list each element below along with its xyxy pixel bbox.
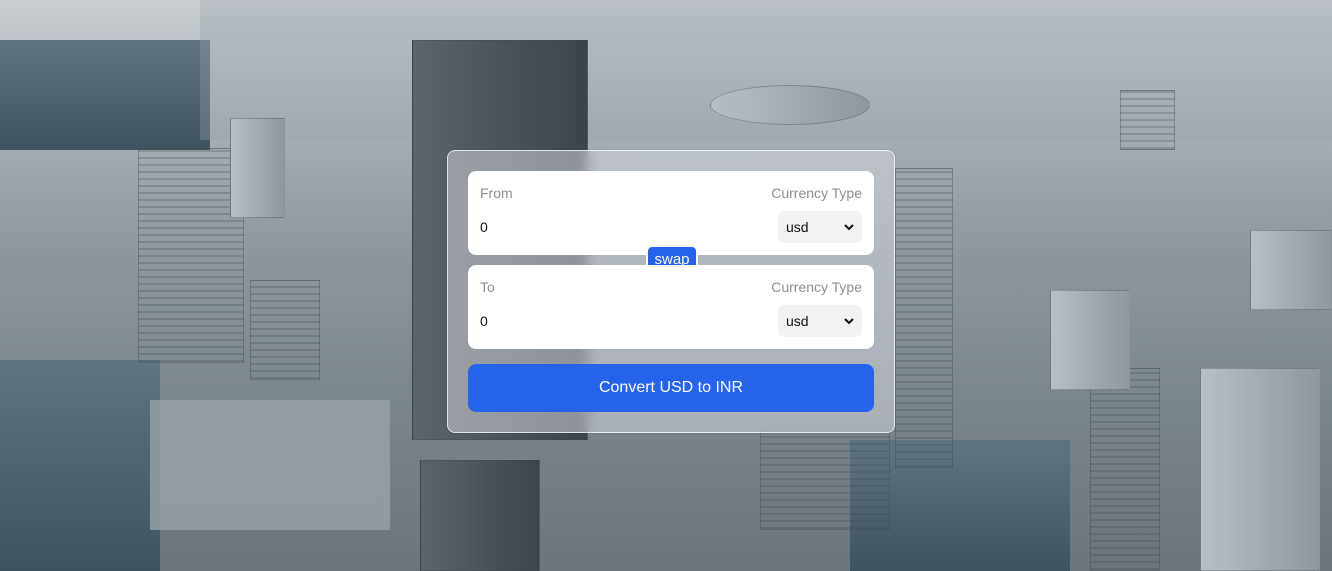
from-amount-input[interactable]	[480, 215, 740, 239]
building	[760, 430, 890, 530]
from-field: From Currency Type usd	[468, 171, 874, 255]
to-currency-select[interactable]: usd	[778, 305, 862, 337]
harbor-water	[0, 40, 210, 150]
parking-lot	[150, 400, 390, 530]
building	[1120, 90, 1175, 150]
tower-left	[138, 148, 244, 363]
to-field: To Currency Type usd	[468, 265, 874, 349]
chevron-down-icon	[844, 318, 854, 325]
tower	[1090, 368, 1160, 571]
convert-button[interactable]: Convert USD to INR	[468, 364, 874, 412]
tower-right	[895, 168, 953, 468]
from-currency-select[interactable]: usd	[778, 211, 862, 243]
building	[230, 118, 285, 218]
to-currency-value: usd	[786, 313, 809, 329]
chevron-down-icon	[844, 224, 854, 231]
from-label: From	[480, 185, 513, 201]
to-label: To	[480, 279, 495, 295]
building	[250, 280, 320, 380]
from-currency-type-label: Currency Type	[771, 185, 862, 201]
river-water	[0, 360, 160, 571]
to-amount-input[interactable]	[480, 309, 740, 333]
building	[420, 460, 540, 571]
to-currency-type-label: Currency Type	[771, 279, 862, 295]
from-currency-value: usd	[786, 219, 809, 235]
building	[1250, 230, 1332, 310]
tower	[1200, 368, 1320, 571]
stadium	[710, 85, 870, 125]
building	[1050, 290, 1130, 390]
converter-card: From Currency Type usd swap To Currency …	[447, 150, 895, 433]
